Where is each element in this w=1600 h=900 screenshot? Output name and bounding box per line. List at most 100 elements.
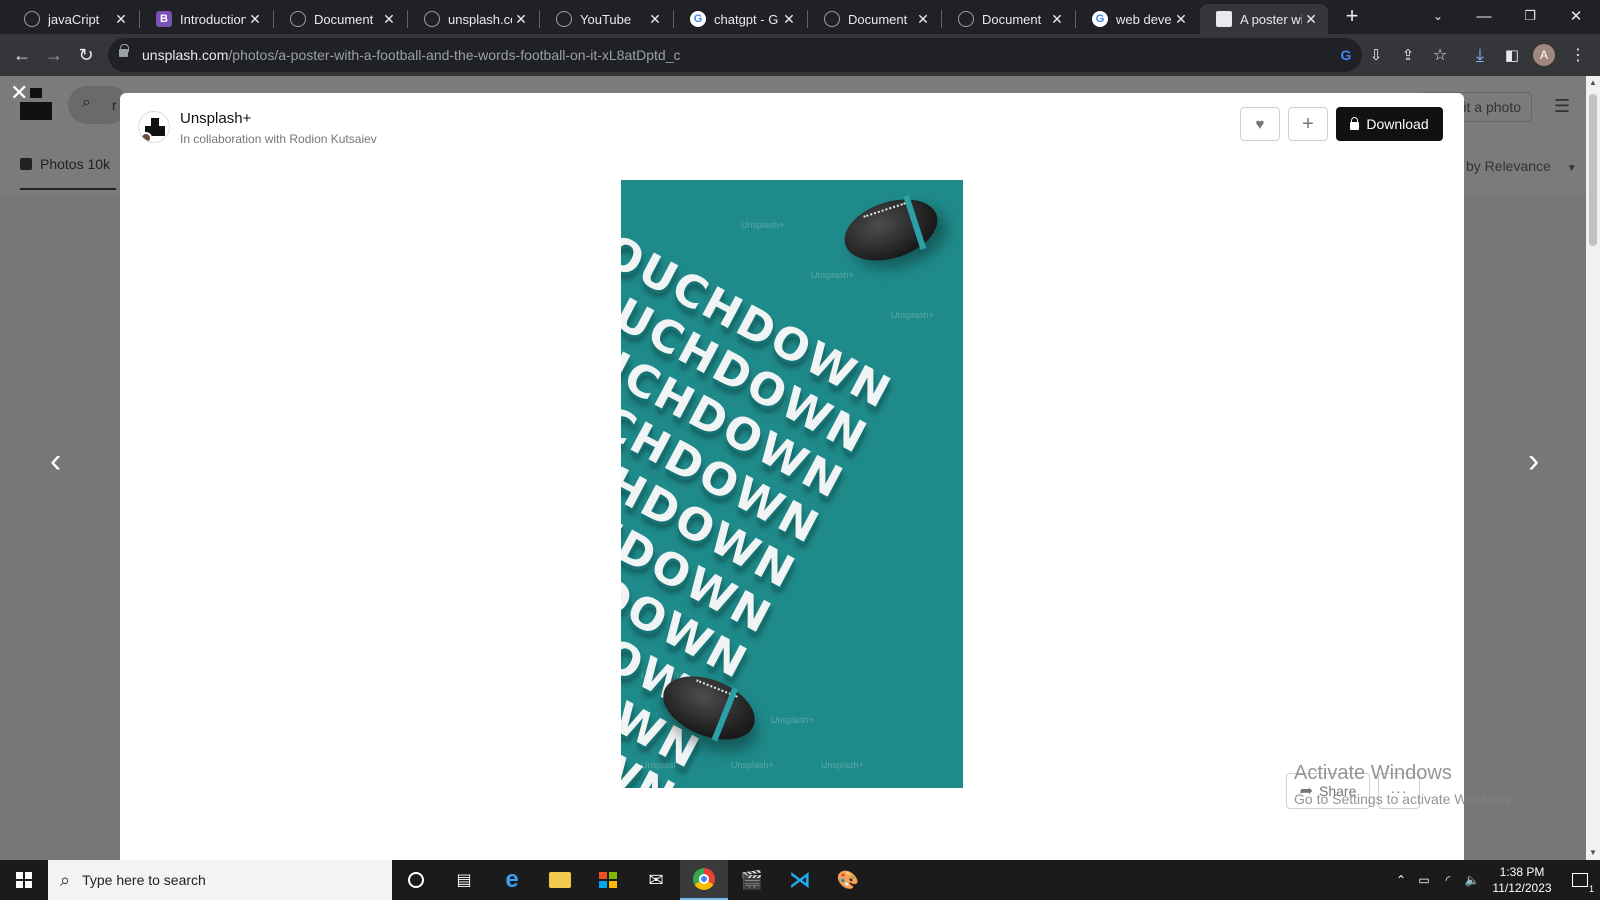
add-to-collection-button[interactable]: + [1288, 107, 1328, 141]
system-tray: ⌃ ▭ ◜ 🔈 1:38 PM 11/12/2023 1 [1390, 860, 1600, 900]
install-app-icon[interactable]: ⇩ [1362, 41, 1390, 69]
tab-title: javaCript [48, 11, 100, 27]
watermark-text: Unsplash+ [741, 220, 784, 230]
close-icon[interactable]: ✕ [1302, 11, 1320, 28]
downloads-icon[interactable]: ⤓ [1466, 41, 1494, 69]
video-editor-icon[interactable]: 🎬 [728, 860, 776, 900]
kebab-menu-icon[interactable]: ⋮ [1564, 41, 1592, 69]
football-top [836, 188, 946, 272]
mail-icon[interactable]: ✉ [632, 860, 680, 900]
close-icon[interactable]: ✕ [246, 11, 264, 28]
clock-date: 11/12/2023 [1492, 881, 1552, 895]
scrollbar-thumb[interactable] [1589, 94, 1597, 246]
cortana-circle-icon[interactable] [392, 860, 440, 900]
profile-avatar[interactable]: A [1530, 41, 1558, 69]
scroll-down-icon[interactable]: ▼ [1586, 846, 1600, 860]
tab-title: Document [982, 11, 1042, 27]
download-label: Download [1366, 116, 1429, 132]
scroll-up-icon[interactable]: ▲ [1586, 76, 1600, 90]
page-scrollbar[interactable]: ▲ ▼ [1586, 76, 1600, 860]
chrome-icon[interactable] [680, 860, 728, 900]
activate-windows-watermark: Activate Windows Go to Settings to activ… [1294, 762, 1515, 807]
tab-underline [20, 188, 116, 190]
tab-title: A poster wit [1240, 11, 1302, 27]
photo-image[interactable]: Unsplash+ Unsplash+ Unsplash+ Unsplash+ … [621, 180, 963, 788]
globe-icon [958, 11, 974, 27]
close-icon[interactable]: ✕ [646, 11, 664, 28]
globe-icon [824, 11, 840, 27]
url-text[interactable]: unsplash.com/photos/a-poster-with-a-foot… [142, 47, 681, 63]
tab-search-chevron-icon[interactable]: ⌄ [1416, 0, 1460, 32]
background-photos-tab[interactable]: Photos 10k [20, 156, 110, 172]
vscode-icon[interactable]: ⋊ [776, 860, 824, 900]
download-button[interactable]: Download [1336, 107, 1443, 141]
tab-introduction[interactable]: B Introduction ✕ [140, 4, 272, 34]
background-search-bar[interactable]: ⌕ r [68, 86, 128, 124]
reload-icon[interactable]: ↻ [72, 41, 100, 69]
file-explorer-icon[interactable] [536, 860, 584, 900]
tab-poster-active[interactable]: A poster wit ✕ [1200, 4, 1328, 34]
previous-photo-icon[interactable]: ‹ [50, 442, 61, 481]
author-avatar[interactable] [138, 111, 170, 143]
sort-dropdown[interactable]: by Relevance ▼ [1466, 158, 1577, 174]
close-icon[interactable]: ✕ [512, 11, 530, 28]
tab-title: YouTube [580, 11, 632, 27]
taskbar-search-box[interactable]: ⌕ Type here to search [48, 860, 392, 900]
tab-chatgpt[interactable]: G chatgpt - G ✕ [674, 4, 806, 34]
search-icon: ⌕ [82, 94, 91, 111]
browser-toolbar: ← → ↻ unsplash.com/photos/a-poster-with-… [0, 34, 1600, 76]
paint-icon[interactable]: 🎨 [824, 860, 872, 900]
bookmark-star-icon[interactable]: ☆ [1426, 41, 1454, 69]
start-button[interactable] [0, 860, 48, 900]
minimize-icon[interactable]: — [1462, 0, 1506, 32]
author-name[interactable]: Unsplash+ [180, 110, 251, 127]
battery-icon[interactable]: ▭ [1412, 873, 1436, 887]
notification-center-icon[interactable]: 1 [1560, 860, 1600, 900]
tab-document-2[interactable]: Document ✕ [808, 4, 940, 34]
tab-title: Document [848, 11, 908, 27]
globe-icon [24, 11, 40, 27]
close-icon[interactable]: ✕ [914, 11, 932, 28]
unsplash-icon [1216, 11, 1232, 27]
chevron-up-icon[interactable]: ⌃ [1390, 873, 1412, 887]
wifi-icon[interactable]: ◜ [1436, 873, 1460, 887]
next-photo-icon[interactable]: › [1528, 442, 1539, 481]
new-tab-icon[interactable]: + [1330, 0, 1374, 32]
tab-web-development[interactable]: G web develo ✕ [1076, 4, 1198, 34]
tab-document-3[interactable]: Document ✕ [942, 4, 1074, 34]
window-close-icon[interactable]: ✕ [1554, 0, 1598, 32]
close-icon[interactable]: ✕ [1048, 11, 1066, 28]
collaboration-credit[interactable]: In collaboration with Rodion Kutsaiev [180, 132, 377, 146]
google-lens-icon[interactable]: G [1332, 41, 1360, 69]
search-icon: ⌕ [60, 869, 71, 890]
microsoft-store-icon[interactable] [584, 860, 632, 900]
close-modal-icon[interactable]: ✕ [10, 80, 28, 106]
close-icon[interactable]: ✕ [112, 11, 130, 28]
share-page-icon[interactable]: ⇪ [1394, 41, 1422, 69]
edge-browser-icon[interactable]: e [488, 860, 536, 900]
close-icon[interactable]: ✕ [780, 11, 798, 28]
forward-arrow-icon[interactable]: → [40, 41, 68, 69]
search-query: r [112, 97, 117, 113]
back-arrow-icon[interactable]: ← [8, 41, 36, 69]
like-button[interactable]: ♥ [1240, 107, 1280, 141]
browser-tab-strip: javaCript ✕ B Introduction ✕ Document ✕ … [0, 0, 1600, 34]
restore-icon[interactable]: ❐ [1508, 0, 1552, 32]
tab-unsplash[interactable]: unsplash.co ✕ [408, 4, 538, 34]
tab-title: unsplash.co [448, 11, 512, 27]
lock-icon [119, 44, 129, 57]
address-bar[interactable]: unsplash.com/photos/a-poster-with-a-foot… [108, 38, 1362, 72]
tab-javacript[interactable]: javaCript ✕ [8, 4, 138, 34]
side-panel-icon[interactable]: ◧ [1498, 41, 1526, 69]
tab-youtube[interactable]: YouTube ✕ [540, 4, 672, 34]
task-view-icon[interactable]: ▤ [440, 860, 488, 900]
sort-label: by Relevance [1466, 158, 1551, 174]
google-icon: G [1092, 11, 1108, 27]
close-icon[interactable]: ✕ [380, 11, 398, 28]
bootstrap-icon: B [156, 11, 172, 27]
close-icon[interactable]: ✕ [1172, 11, 1190, 28]
hamburger-menu-icon[interactable]: ☰ [1554, 96, 1570, 117]
volume-icon[interactable]: 🔈 [1460, 873, 1484, 887]
taskbar-clock[interactable]: 1:38 PM 11/12/2023 [1484, 864, 1560, 896]
tab-document[interactable]: Document ✕ [274, 4, 406, 34]
